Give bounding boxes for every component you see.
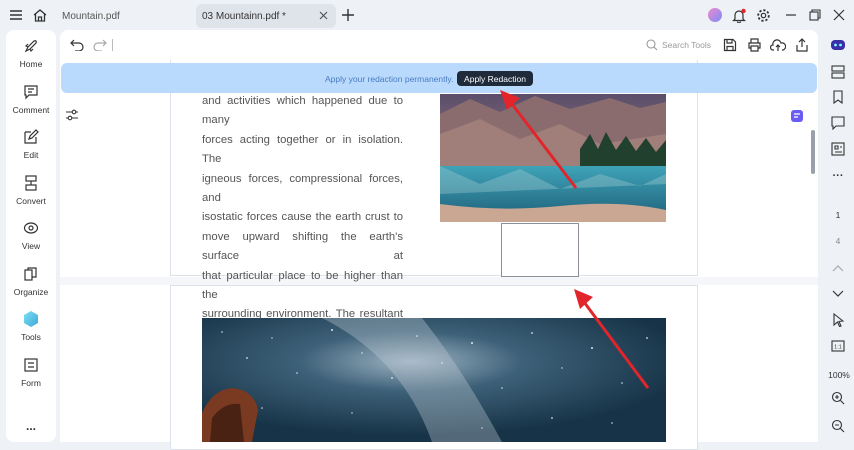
tab-label: Mountain.pdf xyxy=(62,10,120,22)
menu-icon[interactable] xyxy=(6,5,26,25)
sidebar-item-label: Edit xyxy=(23,150,39,160)
actual-size-icon[interactable]: 1:1 xyxy=(828,336,848,356)
close-tab-icon[interactable] xyxy=(316,8,330,22)
more-label: ... xyxy=(25,419,36,433)
banner-message: Apply your redaction permanently. xyxy=(325,74,454,84)
avatar[interactable] xyxy=(705,5,725,25)
text-line: forces acting together or in isolation. … xyxy=(202,133,403,166)
sidebar-item-form[interactable]: Form xyxy=(6,355,56,395)
toolbar-divider xyxy=(112,39,113,51)
sliders-icon[interactable] xyxy=(62,105,82,125)
total-pages: 4 xyxy=(835,236,841,246)
svg-text:1:1: 1:1 xyxy=(834,345,842,351)
new-tab-icon[interactable] xyxy=(338,5,358,25)
edit-icon xyxy=(21,127,41,147)
sidebar-item-label: View xyxy=(21,241,41,251)
comment-icon xyxy=(21,82,41,102)
sidebar-item-home[interactable]: Home xyxy=(6,36,56,76)
zoom-out-icon[interactable] xyxy=(828,416,848,436)
zoom-in-icon[interactable] xyxy=(828,388,848,408)
text-line: isostatic forces cause the earth crust t… xyxy=(202,211,403,224)
save-icon[interactable] xyxy=(720,35,740,55)
cloud-upload-icon[interactable] xyxy=(768,35,788,55)
tab-03-mountainn[interactable]: 03 Mountainn.pdf * xyxy=(196,4,336,28)
search-icon xyxy=(646,39,658,51)
sidebar-item-convert[interactable]: Convert xyxy=(6,173,56,213)
restore-icon[interactable] xyxy=(805,5,825,25)
sidebar-item-tools[interactable]: Tools xyxy=(6,309,56,349)
sidebar-item-label: Tools xyxy=(21,332,41,342)
search-placeholder: Search Tools xyxy=(662,40,711,50)
redaction-banner: Apply your redaction permanently. Apply … xyxy=(61,63,817,93)
print-icon[interactable] xyxy=(744,35,764,55)
left-sidebar: Home Comment Edit Convert View Organize xyxy=(6,30,56,442)
form-icon xyxy=(21,355,41,375)
tools-icon xyxy=(21,309,41,329)
redo-icon[interactable] xyxy=(90,35,110,55)
gear-icon[interactable] xyxy=(753,5,773,25)
toolbar: Search Tools xyxy=(60,30,818,60)
text-line: igneous forces, compressional forces, an… xyxy=(202,172,403,205)
sidebar-item-view[interactable]: View xyxy=(6,218,56,258)
redaction-area[interactable] xyxy=(501,223,579,277)
sidebar-item-label: Form xyxy=(21,378,41,388)
more-options-icon[interactable]: ... xyxy=(6,416,56,436)
view-icon xyxy=(21,218,41,238)
title-bar: Mountain.pdf 03 Mountainn.pdf * xyxy=(0,0,854,30)
comments-panel-icon[interactable] xyxy=(828,113,848,133)
sidebar-item-comment[interactable]: Comment xyxy=(6,82,56,122)
sidebar-item-label: Comment xyxy=(12,105,50,115)
tab-label: 03 Mountainn.pdf * xyxy=(202,10,286,22)
chevron-up-icon[interactable] xyxy=(828,258,848,278)
sidebar-item-label: Organize xyxy=(13,287,49,297)
apply-redaction-button[interactable]: Apply Redaction xyxy=(457,71,533,86)
properties-icon[interactable] xyxy=(828,62,848,82)
convert-icon xyxy=(21,173,41,193)
more-panel-icon[interactable]: ··· xyxy=(828,166,848,186)
starry-sky-image[interactable] xyxy=(202,318,666,442)
text-line: and activities which happened due to man… xyxy=(202,95,403,127)
share-icon[interactable] xyxy=(792,35,812,55)
current-page[interactable]: 1 xyxy=(828,210,848,220)
ai-robot-icon[interactable] xyxy=(828,34,848,54)
organize-icon xyxy=(21,264,41,284)
right-panel: ··· 1 4 1:1 100% xyxy=(822,30,854,450)
vertical-scrollbar[interactable] xyxy=(811,130,815,174)
sidebar-item-label: Home xyxy=(19,59,43,69)
undo-icon[interactable] xyxy=(67,35,87,55)
bookmark-icon[interactable] xyxy=(828,87,848,107)
search-tools[interactable]: Search Tools xyxy=(646,36,716,54)
ai-assistant-icon[interactable] xyxy=(787,106,807,126)
sidebar-item-edit[interactable]: Edit xyxy=(6,127,56,167)
sidebar-item-organize[interactable]: Organize xyxy=(6,264,56,304)
home-icon[interactable] xyxy=(30,5,50,25)
close-window-icon[interactable] xyxy=(829,5,849,25)
chevron-down-icon[interactable] xyxy=(828,284,848,304)
tab-mountain[interactable]: Mountain.pdf xyxy=(56,4,186,28)
sidebar-item-label: Convert xyxy=(16,196,46,206)
minimize-icon[interactable] xyxy=(781,5,801,25)
select-cursor-icon[interactable] xyxy=(828,310,848,330)
document-paragraph[interactable]: and activities which happened due to man… xyxy=(202,92,403,325)
text-line: move upward shifting the earth's surface… xyxy=(202,230,403,263)
mountain-lake-image[interactable] xyxy=(440,94,666,222)
thumbnails-icon[interactable] xyxy=(828,139,848,159)
zoom-level[interactable]: 100% xyxy=(824,370,854,380)
page-gap xyxy=(60,277,818,285)
text-line: that particular place to be higher than … xyxy=(202,269,403,302)
rocket-icon xyxy=(21,36,41,56)
bell-icon[interactable] xyxy=(729,5,749,25)
